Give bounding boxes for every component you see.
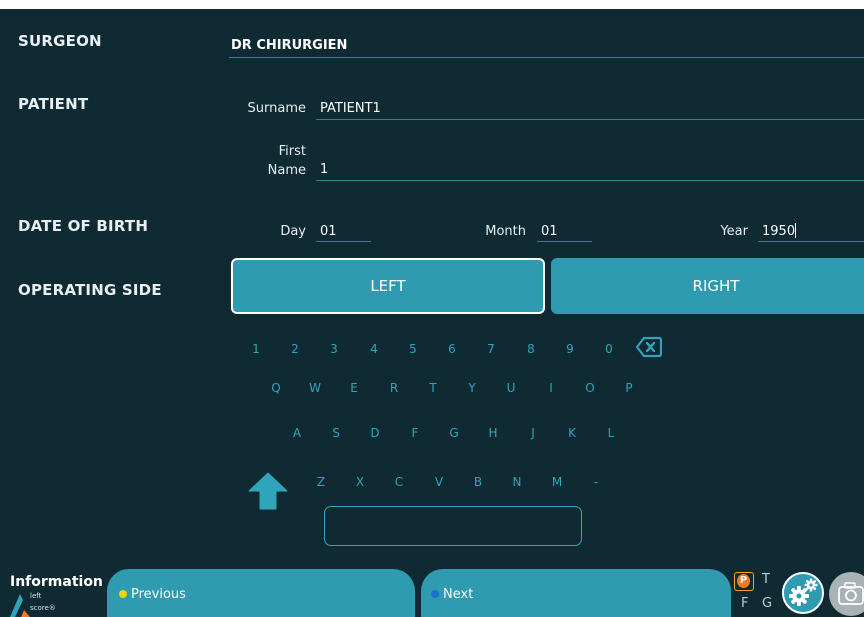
gears-icon [789, 578, 818, 606]
mode-letter-g[interactable]: G [762, 596, 772, 611]
key-o[interactable]: O [578, 381, 602, 395]
surname-label: Surname [247, 101, 306, 116]
camera-button[interactable] [829, 572, 864, 616]
next-button[interactable]: Next [421, 569, 731, 617]
key-i[interactable]: I [539, 381, 563, 395]
p-badge-letter: P [737, 574, 750, 588]
settings-button[interactable] [782, 572, 824, 614]
surgeon-underline [229, 57, 864, 58]
year-underline [758, 241, 864, 242]
left-side-button[interactable]: LEFT [231, 258, 545, 314]
leftscore-logo: left score® [8, 592, 68, 617]
key-z[interactable]: Z [309, 475, 333, 489]
key-v[interactable]: V [427, 475, 451, 489]
key-b[interactable]: B [466, 475, 490, 489]
key-y[interactable]: Y [460, 381, 484, 395]
month-value: 01 [541, 224, 558, 239]
keyboard-input-box[interactable] [324, 506, 582, 546]
first-name-label-line1: First [278, 144, 306, 159]
key-h[interactable]: H [481, 426, 505, 440]
key-3[interactable]: 3 [322, 342, 346, 356]
key-k[interactable]: K [560, 426, 584, 440]
key-5[interactable]: 5 [401, 342, 425, 356]
surgeon-heading: SURGEON [18, 32, 102, 50]
month-label: Month [485, 224, 526, 239]
previous-dot-icon [119, 590, 127, 598]
patient-heading: PATIENT [18, 95, 89, 113]
shift-arrow-icon[interactable] [248, 472, 288, 510]
key-hyphen[interactable]: - [584, 475, 608, 489]
next-label: Next [443, 587, 474, 602]
key-c[interactable]: C [387, 475, 411, 489]
key-a[interactable]: A [285, 426, 309, 440]
key-p[interactable]: P [617, 381, 641, 395]
logo-text-left: left [30, 592, 42, 600]
key-l[interactable]: L [599, 426, 623, 440]
key-g[interactable]: G [442, 426, 466, 440]
key-d[interactable]: D [363, 426, 387, 440]
key-9[interactable]: 9 [558, 342, 582, 356]
key-0[interactable]: 0 [597, 342, 621, 356]
key-7[interactable]: 7 [479, 342, 503, 356]
key-6[interactable]: 6 [440, 342, 464, 356]
key-x[interactable]: X [348, 475, 372, 489]
key-q[interactable]: Q [264, 381, 288, 395]
text-caret [795, 223, 796, 238]
key-e[interactable]: E [342, 381, 366, 395]
year-value: 1950 [762, 224, 796, 239]
key-s[interactable]: S [324, 426, 348, 440]
operating-side-heading: OPERATING SIDE [18, 281, 162, 299]
date-of-birth-heading: DATE OF BIRTH [18, 217, 149, 235]
key-1[interactable]: 1 [244, 342, 268, 356]
key-r[interactable]: R [382, 381, 406, 395]
key-8[interactable]: 8 [519, 342, 543, 356]
key-j[interactable]: J [521, 426, 545, 440]
camera-icon [838, 582, 864, 605]
p-badge[interactable]: P [734, 572, 754, 591]
year-label: Year [720, 224, 748, 239]
mode-letter-t[interactable]: T [762, 572, 770, 587]
day-underline [316, 241, 371, 242]
key-m[interactable]: M [545, 475, 569, 489]
logo-text-score: score® [30, 604, 56, 612]
first-name-label: First Name [230, 142, 306, 180]
right-side-button[interactable]: RIGHT [551, 258, 864, 314]
surname-value: PATIENT1 [320, 101, 381, 116]
day-value: 01 [320, 224, 337, 239]
first-name-underline [316, 180, 864, 181]
next-dot-icon [431, 590, 439, 598]
previous-button[interactable]: Previous [107, 569, 415, 617]
key-n[interactable]: N [505, 475, 529, 489]
previous-label: Previous [131, 587, 186, 602]
mode-letter-f[interactable]: F [741, 596, 748, 611]
surgeon-value: DR CHIRURGIEN [231, 38, 348, 53]
key-u[interactable]: U [499, 381, 523, 395]
first-name-label-line2: Name [267, 163, 306, 178]
app-screen: SURGEON PATIENT DATE OF BIRTH OPERATING … [0, 9, 864, 617]
key-4[interactable]: 4 [362, 342, 386, 356]
backspace-icon[interactable] [635, 336, 663, 358]
key-w[interactable]: W [303, 381, 327, 395]
key-f[interactable]: F [403, 426, 427, 440]
day-label: Day [280, 224, 306, 239]
key-t[interactable]: T [421, 381, 445, 395]
first-name-value: 1 [320, 162, 329, 177]
month-underline [537, 241, 592, 242]
surname-underline [316, 119, 864, 120]
key-2[interactable]: 2 [283, 342, 307, 356]
page-title: Information [10, 574, 103, 590]
